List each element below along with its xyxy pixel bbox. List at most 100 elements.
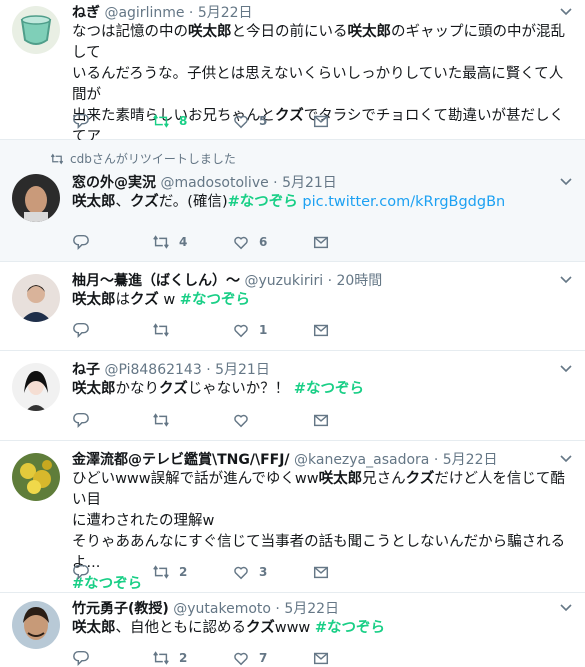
retweet-button[interactable]: 2 xyxy=(152,563,232,581)
timestamp[interactable]: 5月22日 xyxy=(198,5,253,21)
display-name[interactable]: 金澤流都@テレビ鑑賞\TNG/\FFJ/ xyxy=(72,452,290,468)
retweet-button[interactable]: 4 xyxy=(152,233,232,251)
reply-icon xyxy=(73,322,89,339)
reply-button[interactable] xyxy=(72,321,152,339)
avatar[interactable] xyxy=(12,274,60,322)
retweet-button[interactable]: 8 xyxy=(152,112,232,130)
direct-message-button[interactable] xyxy=(312,321,392,339)
like-button[interactable] xyxy=(232,411,312,429)
tweet-item[interactable]: 竹元勇子(教授) @yutakemoto · 5月22日 咲太郎、自他ともに認め… xyxy=(0,593,585,667)
like-button[interactable]: 5 xyxy=(232,112,312,130)
caret-down-icon[interactable] xyxy=(559,361,573,375)
message-icon xyxy=(313,115,329,128)
user-handle[interactable]: @agirlinme xyxy=(104,5,184,21)
tweet-feed: ねぎ @agirlinme · 5月22日 なつは記憶の中の咲太郎と今日の前にい… xyxy=(0,0,585,667)
highlighted-keyword: 咲太郎 xyxy=(318,471,363,487)
highlighted-keyword: クズ xyxy=(159,381,188,397)
tweet-header: 柚月〜驀進（ばくしん）〜 @yuzukiriri · 20時間 xyxy=(72,273,383,289)
direct-message-button[interactable] xyxy=(312,411,392,429)
caret-down-icon[interactable] xyxy=(559,272,573,286)
retweet-icon xyxy=(153,565,169,579)
user-handle[interactable]: @kanezya_asadora xyxy=(294,452,429,468)
retweet-button[interactable] xyxy=(152,321,232,339)
highlighted-keyword: クズ xyxy=(246,620,275,636)
highlighted-keyword: クズ xyxy=(130,194,159,210)
text-segment: だ。(確信) xyxy=(158,194,228,210)
hashtag-link[interactable]: #なつぞら xyxy=(180,292,250,308)
reply-button[interactable] xyxy=(72,563,152,581)
caret-down-icon[interactable] xyxy=(559,451,573,465)
caret-down-icon[interactable] xyxy=(559,600,573,614)
message-icon xyxy=(313,324,329,337)
display-name[interactable]: 竹元勇子(教授) xyxy=(72,601,169,617)
tweet-header: 竹元勇子(教授) @yutakemoto · 5月22日 xyxy=(72,601,340,617)
tweet-item[interactable]: cdbさんがリツイートしました 窓の外@実況 @madosotolive · 5… xyxy=(0,140,585,262)
message-icon xyxy=(313,414,329,427)
tweet-item[interactable]: 柚月〜驀進（ばくしん）〜 @yuzukiriri · 20時間 咲太郎はクズ w… xyxy=(0,262,585,351)
like-button[interactable]: 1 xyxy=(232,321,312,339)
user-handle[interactable]: @yuzukiriri xyxy=(244,273,323,289)
text-segment: は xyxy=(115,292,131,308)
tweet-item[interactable]: 金澤流都@テレビ鑑賞\TNG/\FFJ/ @kanezya_asadora · … xyxy=(0,441,585,593)
highlighted-keyword: 咲太郎 xyxy=(188,24,232,40)
timestamp[interactable]: 5月22日 xyxy=(284,601,339,617)
hashtag-link[interactable]: #なつぞら xyxy=(228,194,298,210)
retweet-icon xyxy=(50,153,64,164)
text-segment: ひどいwww誤解で話が進んでゆくww xyxy=(72,471,319,487)
tweet-item[interactable]: ね子 @Pi84862143 · 5月21日 咲太郎かなりクズじゃないか？！ #… xyxy=(0,351,585,441)
like-button[interactable]: 6 xyxy=(232,233,312,251)
timestamp[interactable]: 5月21日 xyxy=(215,362,270,378)
avatar[interactable] xyxy=(12,174,60,222)
timestamp[interactable]: 20時間 xyxy=(336,273,382,289)
avatar[interactable] xyxy=(12,601,60,649)
timestamp[interactable]: 5月22日 xyxy=(443,452,498,468)
avatar[interactable] xyxy=(12,363,60,411)
reply-button[interactable] xyxy=(72,649,152,667)
display-name[interactable]: ね子 xyxy=(72,362,100,378)
media-link[interactable]: pic.twitter.com/kRrgBgdgBn xyxy=(298,194,505,210)
message-icon xyxy=(313,236,329,249)
direct-message-button[interactable] xyxy=(312,649,392,667)
reply-button[interactable] xyxy=(72,411,152,429)
caret-down-icon[interactable] xyxy=(559,174,573,188)
like-button[interactable]: 3 xyxy=(232,563,312,581)
user-handle[interactable]: @yutakemoto xyxy=(173,601,271,617)
direct-message-button[interactable] xyxy=(312,233,392,251)
tweet-text-line: 咲太郎はクズ w #なつぞら xyxy=(72,290,571,311)
avatar[interactable] xyxy=(12,6,60,54)
retweet-notice: cdbさんがリツイートしました xyxy=(50,150,236,167)
retweet-icon xyxy=(153,651,169,665)
display-name[interactable]: 柚月〜驀進（ばくしん）〜 xyxy=(72,273,240,289)
tweet-text: 咲太郎かなりクズじゃないか？！ #なつぞら xyxy=(72,379,571,400)
text-segment: 、自他ともに認める xyxy=(115,620,247,636)
direct-message-button[interactable] xyxy=(312,563,392,581)
display-name[interactable]: 窓の外@実況 xyxy=(72,175,156,191)
direct-message-button[interactable] xyxy=(312,112,392,130)
caret-down-icon[interactable] xyxy=(559,4,573,18)
reply-button[interactable] xyxy=(72,233,152,251)
retweet-button[interactable]: 2 xyxy=(152,649,232,667)
tweet-actions: 2 7 xyxy=(72,648,392,667)
tweet-text: 咲太郎、クズだ。(確信)#なつぞら pic.twitter.com/kRrgBg… xyxy=(72,192,571,213)
avatar[interactable] xyxy=(12,453,60,501)
hashtag-link[interactable]: #なつぞら xyxy=(294,381,364,397)
tweet-actions: 2 3 xyxy=(72,562,392,582)
user-handle[interactable]: @Pi84862143 xyxy=(104,362,201,378)
hashtag-link[interactable]: #なつぞら xyxy=(315,620,385,636)
reply-icon xyxy=(73,564,89,581)
like-button[interactable]: 7 xyxy=(232,649,312,667)
like-icon xyxy=(234,236,248,250)
tweet-item[interactable]: ねぎ @agirlinme · 5月22日 なつは記憶の中の咲太郎と今日の前にい… xyxy=(0,0,585,166)
like-icon xyxy=(234,652,248,666)
reply-button[interactable] xyxy=(72,112,152,130)
tweet-actions: 4 6 xyxy=(72,232,392,252)
tweet-text-line: いるんだろうな。子供とは思えないくらいしっかりしていた最高に賢くて人間が xyxy=(72,64,571,106)
retweet-button[interactable] xyxy=(152,411,232,429)
like-icon xyxy=(234,115,248,129)
text-segment: と今日の前にいる xyxy=(231,24,348,40)
user-handle[interactable]: @madosotolive xyxy=(160,175,268,191)
tweet-text-line: なつは記憶の中の咲太郎と今日の前にいる咲太郎のギャップに頭の中が混乱して xyxy=(72,22,571,64)
timestamp[interactable]: 5月21日 xyxy=(282,175,337,191)
tweet-text-line: ひどいwww誤解で話が進んでゆくww咲太郎兄さんクズだけど人を信じて酷い目 xyxy=(72,469,571,511)
display-name[interactable]: ねぎ xyxy=(72,5,100,21)
